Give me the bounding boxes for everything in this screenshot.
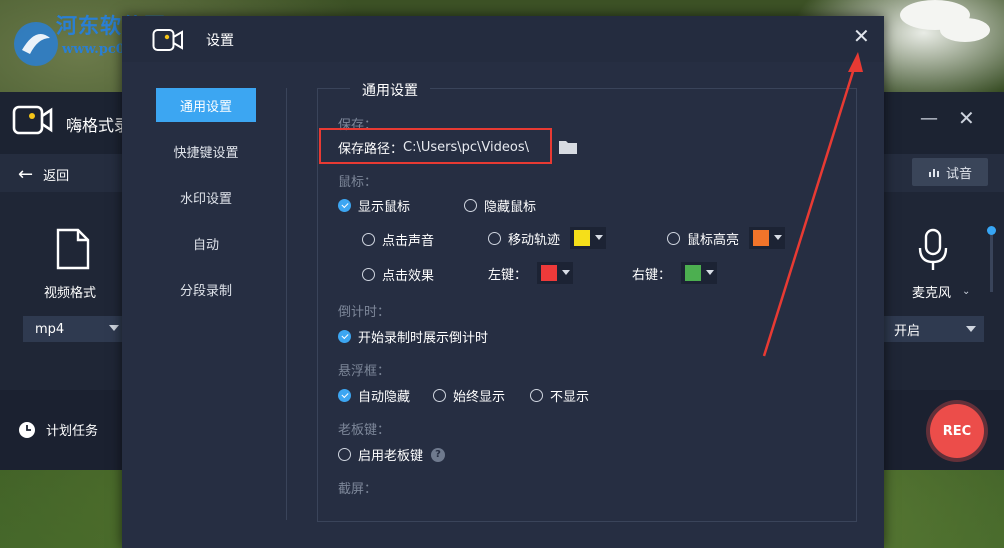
annotation-arrow bbox=[762, 52, 863, 357]
